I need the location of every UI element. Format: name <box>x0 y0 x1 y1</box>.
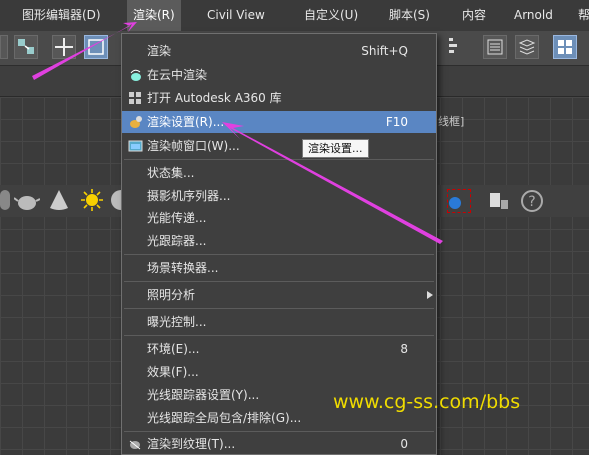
annotation-arrow <box>222 122 443 244</box>
annotation-arrow <box>32 22 137 80</box>
annotation-arrows <box>32 22 443 244</box>
